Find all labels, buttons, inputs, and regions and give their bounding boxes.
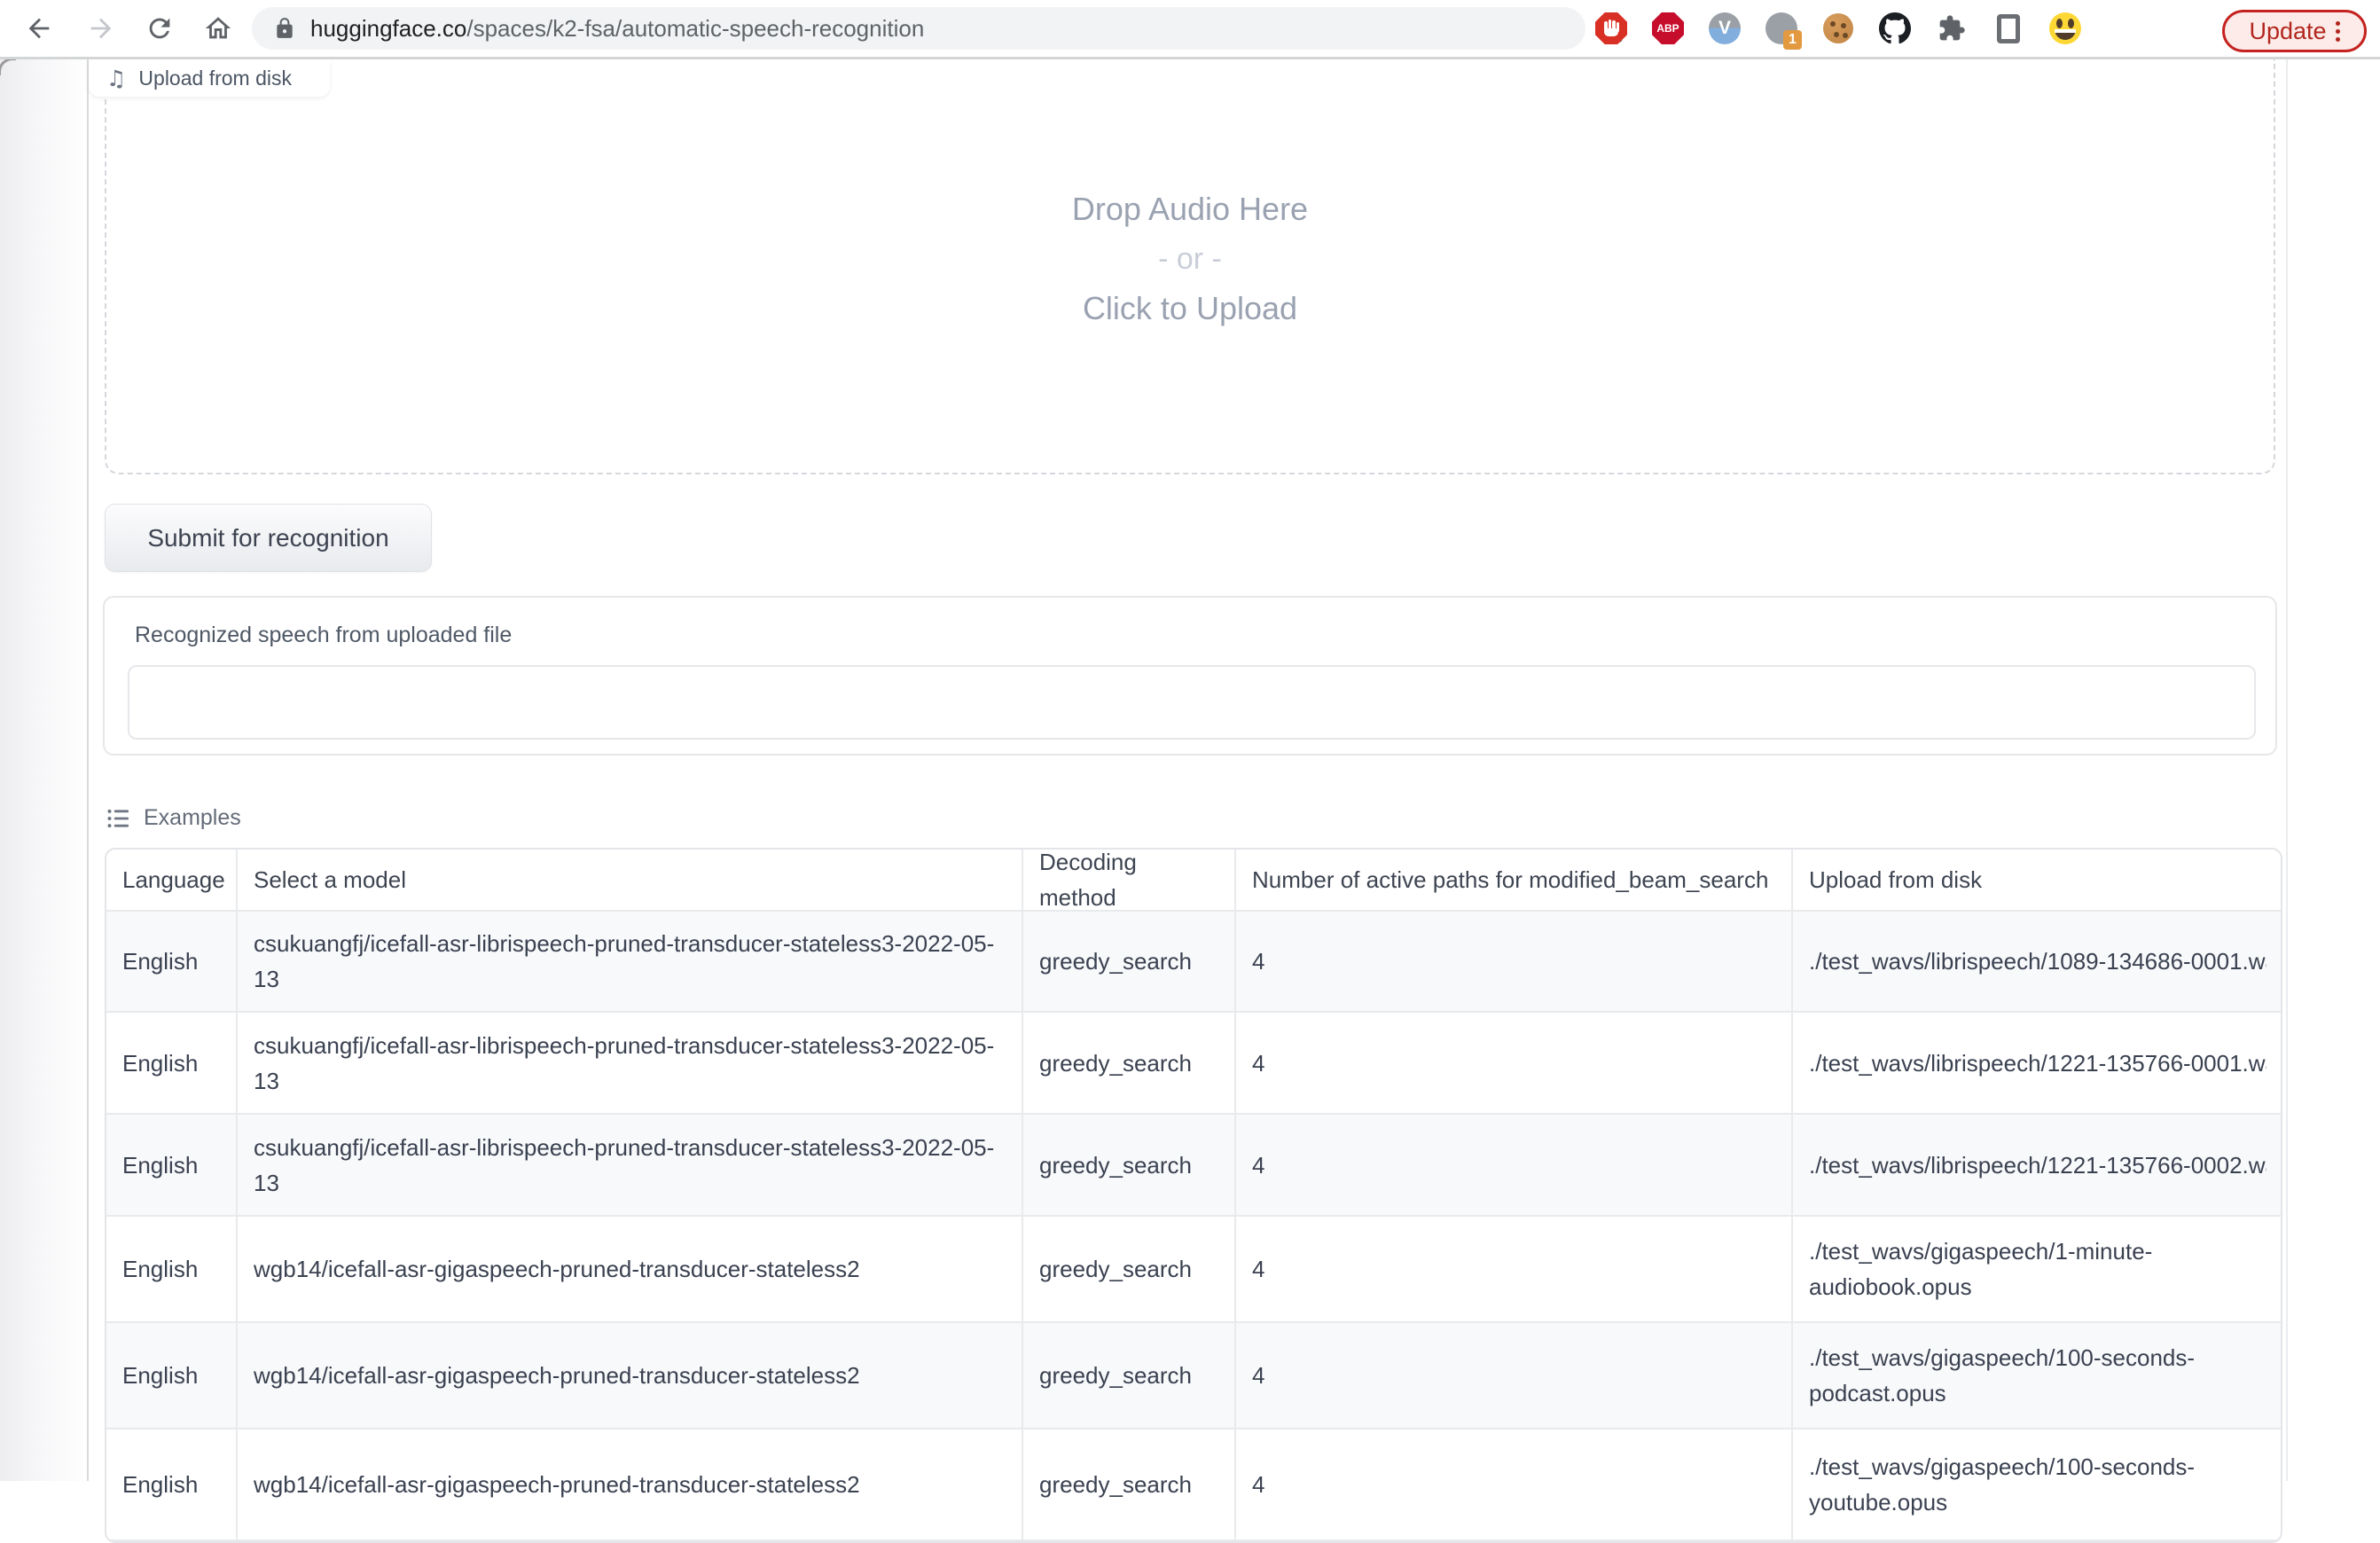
table-cell-upload-path: ./test_wavs/gigaspeech/100-seconds-youtu… bbox=[1793, 1429, 2282, 1539]
adblock-extension-button[interactable] bbox=[1594, 11, 1628, 46]
table-cell: 4 bbox=[1236, 1323, 1793, 1428]
hand-icon bbox=[1595, 12, 1627, 44]
table-header-cell: Select a model bbox=[238, 850, 1023, 910]
table-cell: greedy_search bbox=[1023, 1429, 1236, 1539]
menu-dots-icon bbox=[2336, 21, 2340, 42]
table-cell-upload-path: ./test_wavs/librispeech/1221-135766-0001… bbox=[1793, 1013, 2282, 1113]
table-cell: greedy_search bbox=[1023, 1323, 1236, 1428]
table-header-cell: Decoding method bbox=[1023, 850, 1236, 910]
table-cell: 4 bbox=[1236, 1217, 1793, 1321]
extensions-row: ABP V 1 bbox=[1594, 11, 2082, 46]
table-cell: English bbox=[106, 1013, 238, 1113]
github-extension-button[interactable] bbox=[1878, 11, 1912, 46]
table-cell-upload-path: ./test_wavs/librispeech/1221-135766-0002… bbox=[1793, 1115, 2282, 1215]
table-cell: English bbox=[106, 912, 238, 1011]
table-cell: 4 bbox=[1236, 1429, 1793, 1539]
table-cell: greedy_search bbox=[1023, 1013, 1236, 1113]
submit-for-recognition-button[interactable]: Submit for recognition bbox=[105, 504, 432, 572]
table-cell: greedy_search bbox=[1023, 1115, 1236, 1215]
puzzle-icon bbox=[1938, 14, 1966, 43]
upload-tab-label: Upload from disk bbox=[138, 67, 292, 90]
examples-header: Examples bbox=[106, 805, 241, 831]
notification-badge: 1 bbox=[1783, 30, 1802, 50]
example-row[interactable]: Englishwgb14/icefall-asr-gigaspeech-prun… bbox=[106, 1323, 2281, 1429]
home-button[interactable] bbox=[200, 11, 236, 46]
sidebar-extension-button[interactable] bbox=[1992, 11, 2025, 46]
table-cell: English bbox=[106, 1115, 238, 1215]
chrome-update-button[interactable]: Update bbox=[2222, 10, 2367, 52]
table-cell: 4 bbox=[1236, 1115, 1793, 1215]
example-row[interactable]: Englishwgb14/icefall-asr-gigaspeech-prun… bbox=[106, 1429, 2281, 1541]
page-left-gutter bbox=[0, 59, 87, 1481]
content-right-border bbox=[2286, 59, 2288, 1481]
url-path: /spaces/k2-fsa/automatic-speech-recognit… bbox=[466, 15, 924, 42]
example-row[interactable]: Englishwgb14/icefall-asr-gigaspeech-prun… bbox=[106, 1217, 2281, 1323]
click-to-upload-text: Click to Upload bbox=[105, 284, 2275, 333]
extensions-menu-button[interactable] bbox=[1935, 11, 1969, 46]
example-row[interactable]: Englishcsukuangfj/icefall-asr-librispeec… bbox=[106, 1013, 2281, 1115]
output-label: Recognized speech from uploaded file bbox=[135, 623, 512, 648]
table-header-row: LanguageSelect a modelDecoding methodNum… bbox=[106, 850, 2281, 912]
lock-icon bbox=[273, 17, 296, 40]
back-icon bbox=[24, 13, 54, 43]
panel-icon bbox=[1997, 14, 2020, 43]
forward-button[interactable] bbox=[83, 11, 119, 46]
recognized-speech-textbox[interactable] bbox=[128, 665, 2256, 740]
output-group: Recognized speech from uploaded file bbox=[103, 596, 2277, 756]
tab-upload-from-disk[interactable]: ♫ Upload from disk bbox=[89, 59, 330, 97]
examples-label: Examples bbox=[144, 805, 241, 831]
smiley-icon bbox=[2049, 12, 2081, 44]
address-bar[interactable]: huggingface.co/spaces/k2-fsa/automatic-s… bbox=[252, 7, 1585, 50]
table-header-cell: Upload from disk bbox=[1793, 850, 2282, 910]
table-cell-upload-path: ./test_wavs/gigaspeech/100-seconds-podca… bbox=[1793, 1323, 2282, 1428]
table-cell-upload-path: ./test_wavs/gigaspeech/1-minute-audioboo… bbox=[1793, 1217, 2282, 1321]
reload-button[interactable] bbox=[142, 11, 177, 46]
table-cell: 4 bbox=[1236, 1013, 1793, 1113]
or-text: - or - bbox=[105, 234, 2275, 284]
cookie-icon bbox=[1823, 13, 1853, 43]
table-cell: 4 bbox=[1236, 912, 1793, 1011]
forward-icon bbox=[86, 13, 116, 43]
cookie-extension-button[interactable] bbox=[1821, 11, 1855, 46]
window-corner bbox=[0, 58, 16, 75]
table-cell: wgb14/icefall-asr-gigaspeech-pruned-tran… bbox=[238, 1429, 1023, 1539]
github-icon bbox=[1879, 12, 1911, 44]
table-header-cell: Language bbox=[106, 850, 238, 910]
table-cell: English bbox=[106, 1217, 238, 1321]
table-cell-upload-path: ./test_wavs/librispeech/1089-134686-0001… bbox=[1793, 912, 2282, 1011]
table-cell: greedy_search bbox=[1023, 1217, 1236, 1321]
toolbar-separator bbox=[0, 57, 2380, 59]
table-cell: greedy_search bbox=[1023, 912, 1236, 1011]
example-row[interactable]: Englishcsukuangfj/icefall-asr-librispeec… bbox=[106, 912, 2281, 1013]
table-body: Englishcsukuangfj/icefall-asr-librispeec… bbox=[106, 912, 2281, 1541]
dropzone-text: Drop Audio Here - or - Click to Upload bbox=[105, 184, 2275, 333]
list-icon bbox=[106, 806, 131, 831]
music-note-icon: ♫ bbox=[106, 67, 126, 90]
notification-extension-button[interactable]: 1 bbox=[1765, 11, 1798, 46]
home-icon bbox=[203, 13, 233, 43]
back-button[interactable] bbox=[21, 11, 57, 46]
url-domain: huggingface.co bbox=[310, 15, 466, 42]
table-cell: csukuangfj/icefall-asr-librispeech-prune… bbox=[238, 912, 1023, 1011]
smiley-extension-button[interactable] bbox=[2048, 11, 2082, 46]
drop-audio-here-text: Drop Audio Here bbox=[105, 184, 2275, 234]
reload-icon bbox=[145, 13, 175, 43]
table-cell: English bbox=[106, 1323, 238, 1428]
abp-icon: ABP bbox=[1652, 12, 1684, 44]
update-label: Update bbox=[2249, 18, 2326, 45]
gutter-border bbox=[87, 59, 89, 1481]
table-cell: wgb14/icefall-asr-gigaspeech-pruned-tran… bbox=[238, 1323, 1023, 1428]
table-cell: English bbox=[106, 1429, 238, 1539]
browser-toolbar: huggingface.co/spaces/k2-fsa/automatic-s… bbox=[0, 0, 2380, 57]
table-cell: csukuangfj/icefall-asr-librispeech-prune… bbox=[238, 1013, 1023, 1113]
url-text: huggingface.co/spaces/k2-fsa/automatic-s… bbox=[310, 15, 924, 43]
example-row[interactable]: Englishcsukuangfj/icefall-asr-librispeec… bbox=[106, 1115, 2281, 1217]
table-cell: csukuangfj/icefall-asr-librispeech-prune… bbox=[238, 1115, 1023, 1215]
vimium-extension-button[interactable]: V bbox=[1708, 11, 1742, 46]
table-header-cell: Number of active paths for modified_beam… bbox=[1236, 850, 1793, 910]
table-cell: wgb14/icefall-asr-gigaspeech-pruned-tran… bbox=[238, 1217, 1023, 1321]
v-icon: V bbox=[1709, 12, 1741, 44]
examples-table: LanguageSelect a modelDecoding methodNum… bbox=[105, 848, 2282, 1543]
abp-extension-button[interactable]: ABP bbox=[1651, 11, 1685, 46]
